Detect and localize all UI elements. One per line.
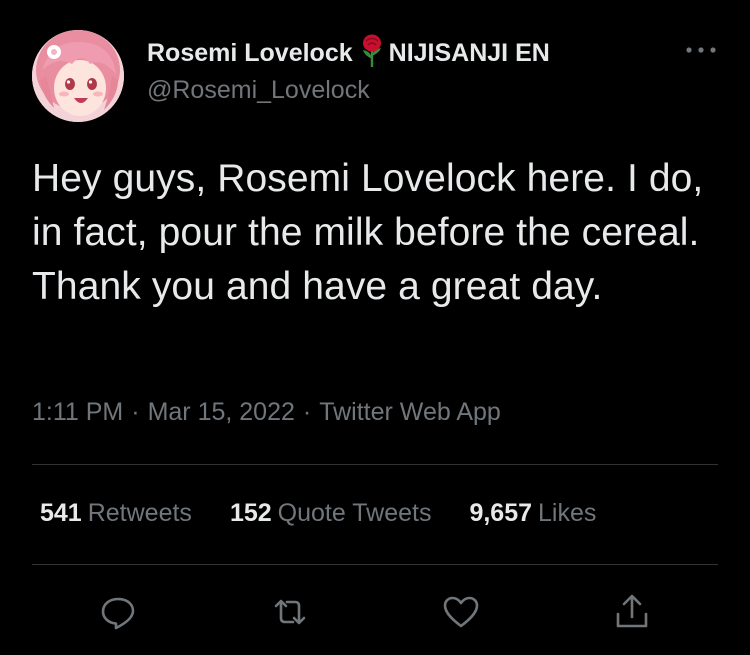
quote-tweets-label: Quote Tweets — [277, 499, 432, 527]
tweet-time[interactable]: 1:11 PM — [32, 398, 123, 426]
like-button[interactable] — [441, 592, 481, 632]
avatar[interactable] — [32, 30, 124, 122]
likes-label: Likes — [538, 499, 597, 527]
heart-icon — [443, 596, 479, 628]
avatar-image — [32, 30, 124, 122]
author-affiliation: NIJISANJI EN — [388, 38, 550, 67]
meta-separator: · — [302, 398, 312, 426]
likes-stat[interactable]: 9,657 Likes — [469, 499, 596, 528]
reply-icon — [101, 597, 135, 630]
quote-tweets-stat[interactable]: 152 Quote Tweets — [230, 499, 432, 528]
tweet-source[interactable]: Twitter Web App — [319, 398, 501, 426]
meta-separator: · — [131, 398, 140, 426]
retweet-button[interactable] — [270, 592, 310, 632]
divider — [32, 464, 718, 465]
reply-button[interactable] — [98, 592, 138, 632]
tweet-card: Rosemi Lovelock NIJISANJI EN @Rosemi_Lov… — [0, 0, 750, 655]
more-horizontal-icon[interactable] — [682, 42, 720, 58]
retweets-count: 541 — [40, 499, 82, 527]
retweets-label: Retweets — [87, 499, 192, 527]
tweet-meta: 1:11 PM · Mar 15, 2022 · Twitter Web App — [32, 398, 501, 427]
author-handle[interactable]: @Rosemi_Lovelock — [147, 76, 370, 105]
tweet-date[interactable]: Mar 15, 2022 — [148, 398, 295, 426]
tweet-stats: 541 Retweets 152 Quote Tweets 9,657 Likes — [40, 499, 634, 528]
rose-icon — [359, 34, 385, 68]
likes-count: 9,657 — [469, 499, 533, 527]
tweet-text: Hey guys, Rosemi Lovelock here. I do, in… — [32, 157, 704, 308]
quote-tweets-count: 152 — [229, 499, 272, 527]
retweets-stat[interactable]: 541 Retweets — [40, 499, 192, 528]
share-icon — [616, 594, 648, 628]
share-button[interactable] — [612, 592, 652, 632]
author-name-row[interactable]: Rosemi Lovelock NIJISANJI EN — [147, 34, 550, 70]
retweet-icon — [274, 599, 306, 625]
author-display-name[interactable]: Rosemi Lovelock — [147, 39, 353, 68]
divider — [32, 564, 718, 565]
